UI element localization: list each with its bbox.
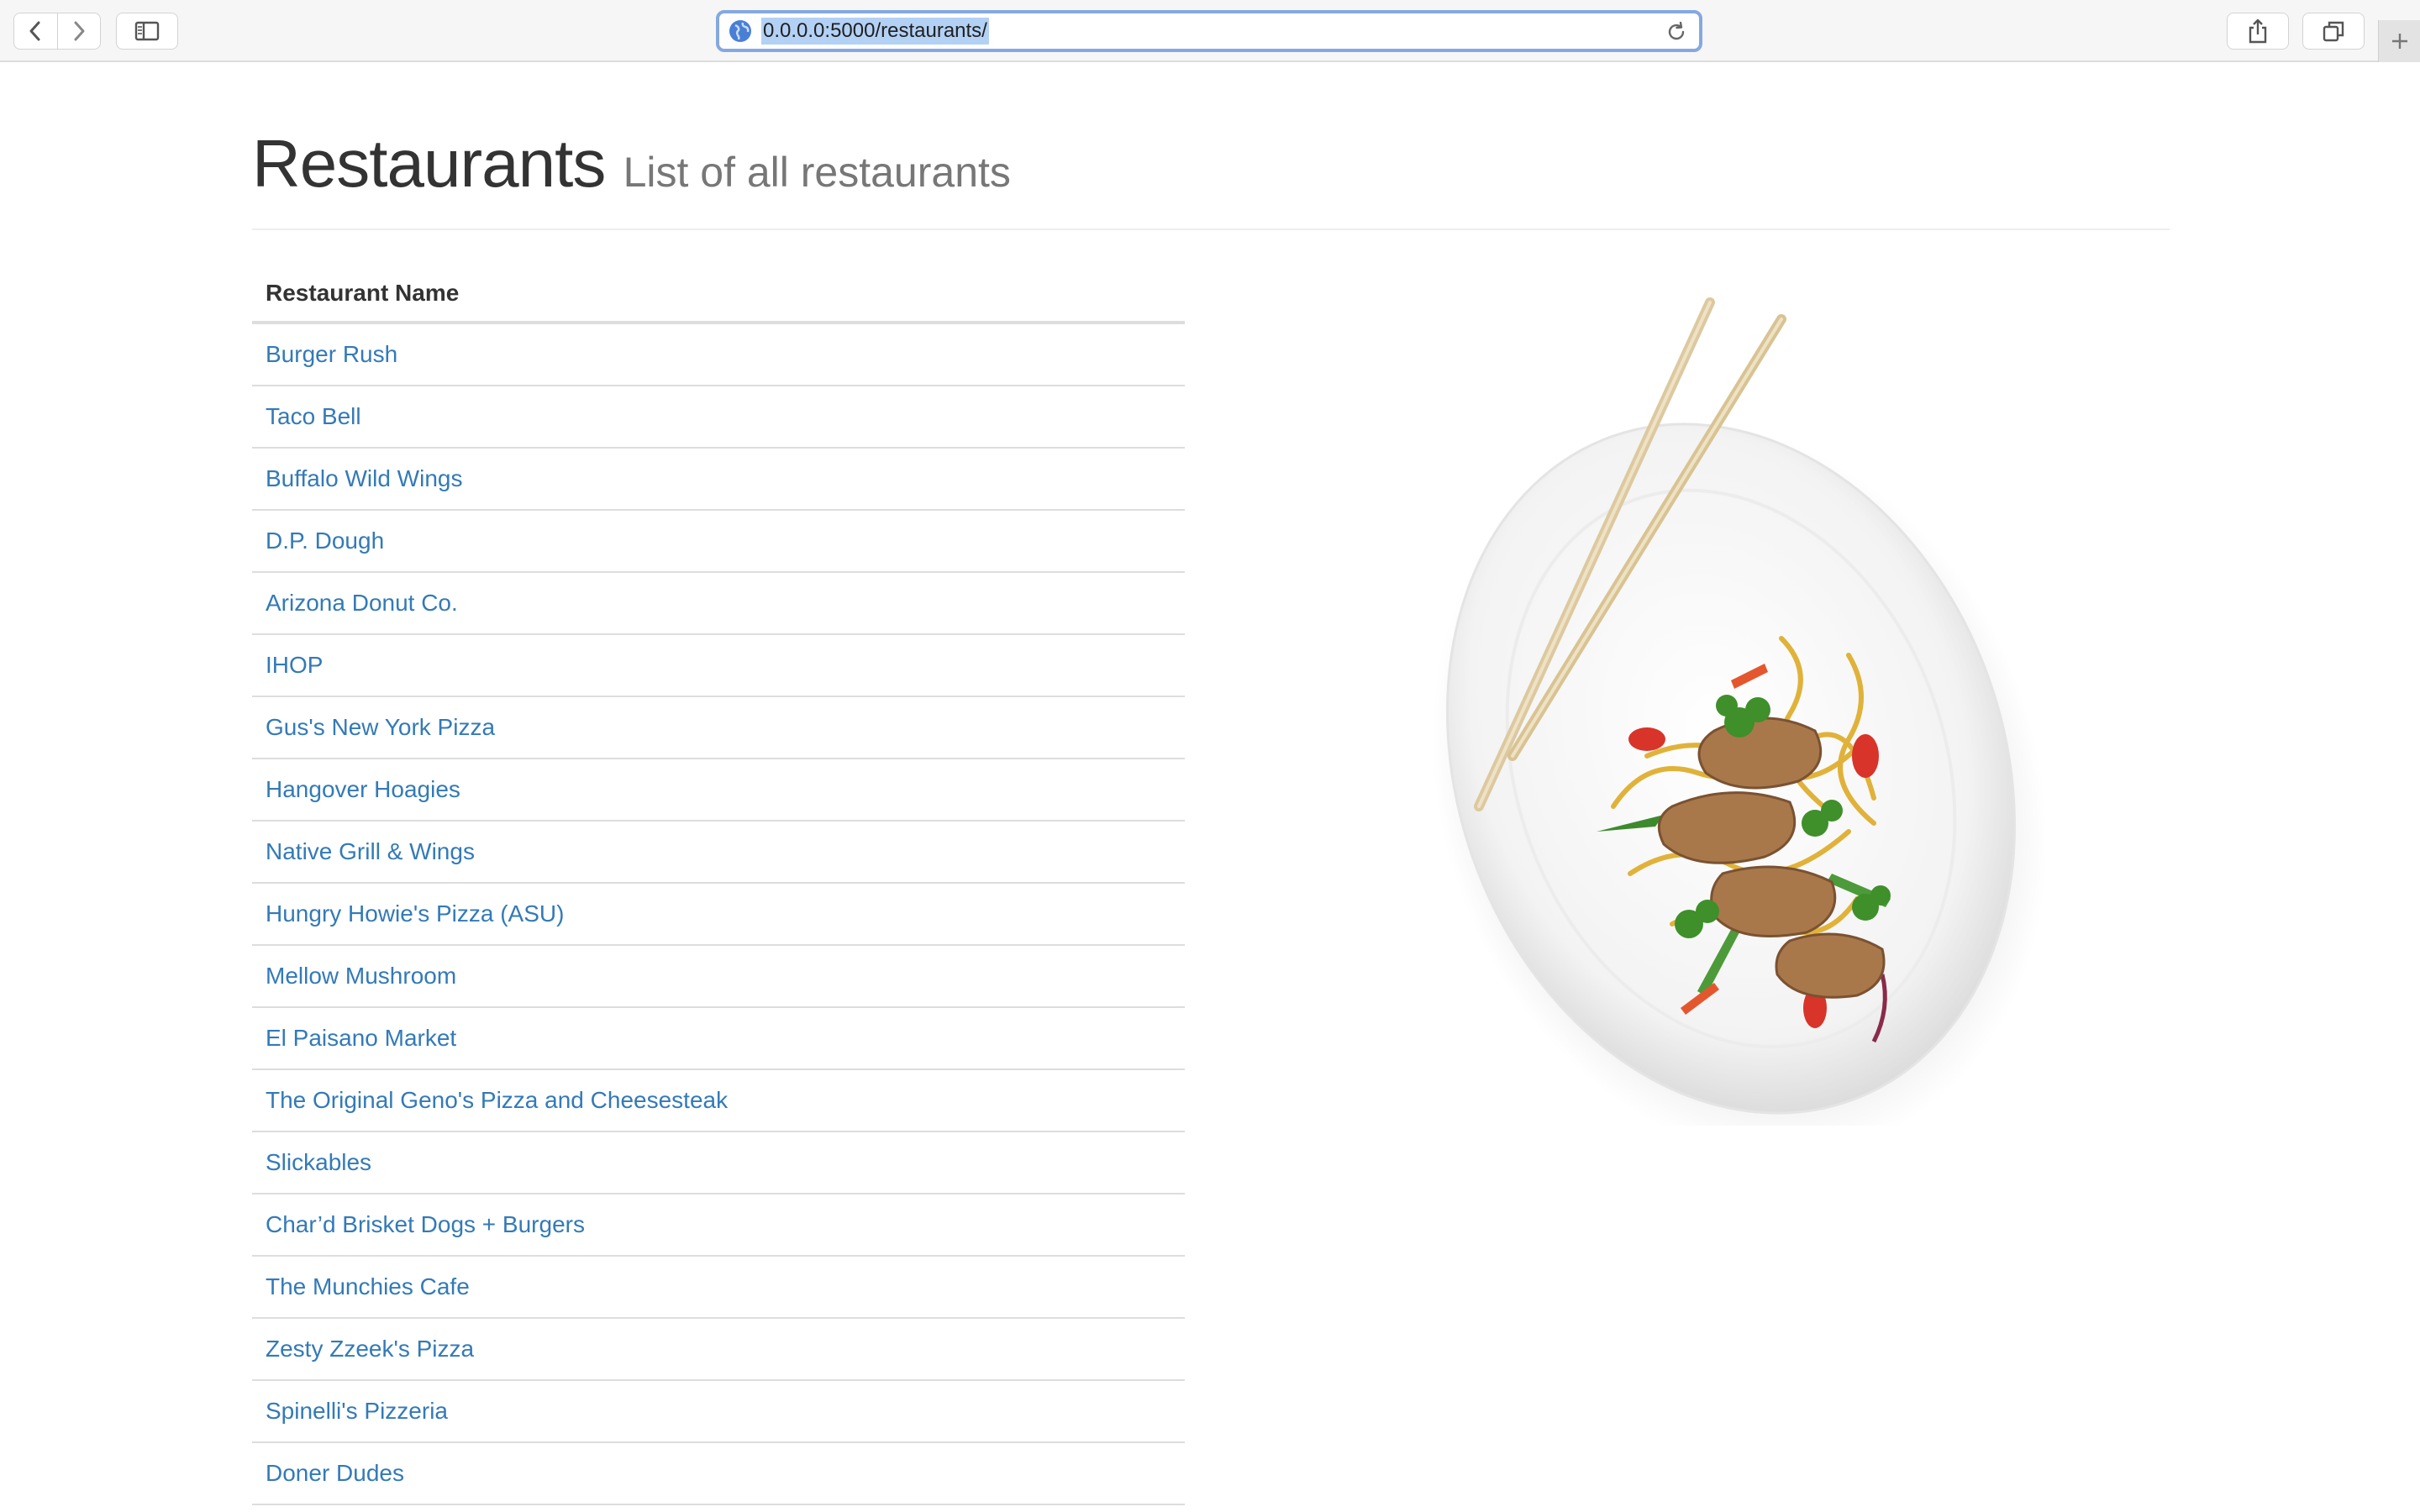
page-title-text: Restaurants	[252, 126, 606, 201]
restaurant-link[interactable]: Buffalo Wild Wings	[266, 465, 462, 492]
table-row: Zesty Zzeek's Pizza	[252, 1319, 1185, 1381]
restaurant-link[interactable]: Hangover Hoagies	[266, 776, 460, 803]
table-row: Spinelli's Pizzeria	[252, 1381, 1185, 1443]
chevron-left-icon	[29, 21, 40, 41]
restaurant-link[interactable]: Native Grill & Wings	[266, 838, 475, 865]
restaurant-link[interactable]: The Original Geno's Pizza and Cheesestea…	[266, 1087, 728, 1114]
table-row: Char’d Brisket Dogs + Burgers	[252, 1194, 1185, 1257]
table-row: Slickables	[252, 1132, 1185, 1194]
page-header: Restaurants List of all restaurants	[252, 118, 2170, 230]
reload-icon[interactable]	[1665, 21, 1687, 43]
nav-buttons	[13, 13, 101, 50]
table-row: Hungry Howie's Pizza (ASU)	[252, 884, 1185, 946]
table-row: The Munchies Cafe	[252, 1257, 1185, 1319]
restaurant-link[interactable]: IHOP	[266, 652, 323, 679]
table-row: The Original Geno's Pizza and Cheesestea…	[252, 1070, 1185, 1132]
restaurant-link[interactable]: Doner Dudes	[266, 1460, 404, 1487]
table-row: Doner Dudes	[252, 1443, 1185, 1505]
share-icon	[2249, 18, 2267, 44]
page-subtitle: List of all restaurants	[623, 149, 1011, 196]
page-title: Restaurants List of all restaurants	[252, 118, 1011, 218]
url-text[interactable]: 0.0.0.0:5000/restaurants/	[761, 18, 989, 45]
browser-toolbar: 0.0.0.0:5000/restaurants/	[0, 0, 2420, 62]
forward-button[interactable]	[57, 13, 100, 49]
table-row: D.P. Dough	[252, 511, 1185, 573]
table-row: Mellow Mushroom	[252, 946, 1185, 1008]
new-tab-button[interactable]	[2378, 20, 2420, 62]
restaurant-link[interactable]: Taco Bell	[266, 403, 361, 430]
table-row: El Paisano Market	[252, 1008, 1185, 1070]
chevron-right-icon	[74, 21, 85, 41]
restaurant-link[interactable]: Gus's New York Pizza	[266, 714, 495, 741]
restaurant-link[interactable]: El Paisano Market	[266, 1025, 456, 1052]
globe-icon	[729, 20, 751, 42]
restaurant-link[interactable]: Hungry Howie's Pizza (ASU)	[266, 900, 564, 927]
restaurant-link[interactable]: Char’d Brisket Dogs + Burgers	[266, 1211, 585, 1238]
restaurant-link[interactable]: Mellow Mushroom	[266, 963, 456, 990]
table-row: Native Grill & Wings	[252, 822, 1185, 884]
restaurant-link[interactable]: The Munchies Cafe	[266, 1273, 470, 1300]
restaurant-link[interactable]: D.P. Dough	[266, 528, 384, 554]
share-button[interactable]	[2227, 13, 2289, 50]
sidebar-icon	[134, 21, 160, 41]
restaurant-link[interactable]: Arizona Donut Co.	[266, 590, 458, 617]
back-button[interactable]	[14, 13, 57, 49]
table-row: Taco Bell	[252, 386, 1185, 449]
plus-icon	[2392, 34, 2407, 49]
restaurant-link[interactable]: Zesty Zzeek's Pizza	[266, 1336, 474, 1362]
table-row: Burger Rush	[252, 324, 1185, 386]
restaurant-link[interactable]: Spinelli's Pizzeria	[266, 1398, 448, 1425]
tabs-overview-button[interactable]	[2302, 13, 2365, 50]
address-bar[interactable]: 0.0.0.0:5000/restaurants/	[716, 10, 1702, 52]
food-image	[1431, 297, 2048, 1126]
table-row: Gus's New York Pizza	[252, 697, 1185, 759]
table-row: Buffalo Wild Wings	[252, 449, 1185, 511]
table-row: Arizona Donut Co.	[252, 573, 1185, 635]
table-row: Hangover Hoagies	[252, 759, 1185, 822]
tabs-overview-icon	[2323, 21, 2344, 42]
restaurant-link[interactable]: Slickables	[266, 1149, 371, 1176]
column-header-restaurant-name: Restaurant Name	[252, 262, 1185, 324]
restaurants-table: Restaurant Name Burger Rush Taco Bell Bu…	[252, 262, 1185, 1505]
table-row: IHOP	[252, 635, 1185, 697]
sidebar-button[interactable]	[116, 13, 178, 50]
restaurant-link[interactable]: Burger Rush	[266, 341, 397, 368]
